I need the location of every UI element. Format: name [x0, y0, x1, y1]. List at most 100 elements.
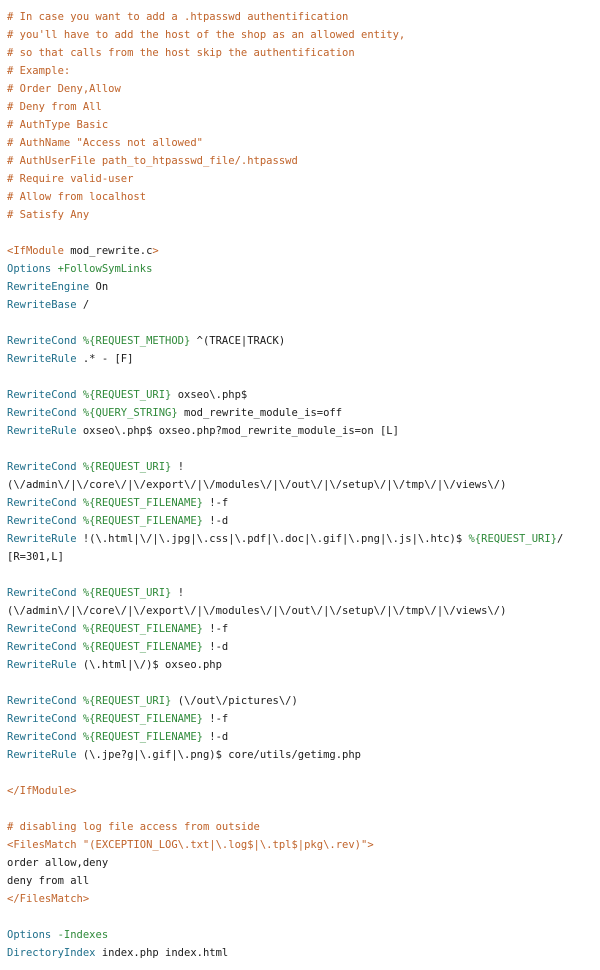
code-line: [R=301,L] — [7, 548, 563, 566]
code-line: # AuthName "Access not allowed" — [7, 134, 563, 152]
plain-text: !-f — [202, 623, 229, 635]
code-line: # Require valid-user — [7, 170, 563, 188]
directive-keyword: RewriteRule — [7, 353, 83, 365]
plain-text: ^(TRACE|TRACK) — [190, 335, 286, 347]
code-line: RewriteCond %{REQUEST_METHOD} ^(TRACE|TR… — [7, 332, 563, 350]
code-line: # Satisfy Any — [7, 206, 563, 224]
directive-keyword: Options — [7, 263, 58, 275]
plain-text: ! — [171, 461, 185, 473]
directive-keyword: RewriteCond — [7, 497, 83, 509]
comment-text: # Example: — [7, 65, 71, 77]
code-line: RewriteCond %{REQUEST_URI} ! — [7, 584, 563, 602]
plain-text: / — [557, 533, 564, 545]
code-line: # Order Deny,Allow — [7, 80, 563, 98]
code-line: </IfModule> — [7, 782, 563, 800]
directive-keyword: RewriteCond — [7, 587, 83, 599]
plain-text: (\/admin\/|\/core\/|\/export\/|\/modules… — [7, 479, 507, 491]
code-line: # Example: — [7, 62, 563, 80]
directive-keyword: RewriteRule — [7, 425, 83, 437]
code-line: (\/admin\/|\/core\/|\/export\/|\/modules… — [7, 602, 563, 620]
variable-token: %{REQUEST_URI} — [82, 587, 172, 599]
plain-text: !-d — [202, 515, 229, 527]
code-line: DirectoryIndex index.php index.html — [7, 944, 563, 962]
directive-keyword: DirectoryIndex — [7, 947, 102, 959]
comment-text: # AuthType Basic — [7, 119, 109, 131]
code-line: Options +FollowSymLinks — [7, 260, 563, 278]
code-line: # In case you want to add a .htpasswd au… — [7, 8, 563, 26]
code-line: (\/admin\/|\/core\/|\/export\/|\/modules… — [7, 476, 563, 494]
code-line: order allow,deny — [7, 854, 563, 872]
plain-text: !-f — [202, 497, 229, 509]
plain-text: mod_rewrite.c — [70, 245, 153, 257]
code-line: RewriteCond %{REQUEST_FILENAME} !-f — [7, 710, 563, 728]
plain-text: .* - [F] — [82, 353, 134, 365]
variable-token: -Indexes — [57, 929, 109, 941]
variable-token: %{REQUEST_METHOD} — [82, 335, 191, 347]
plain-text: (\/admin\/|\/core\/|\/export\/|\/modules… — [7, 605, 507, 617]
tag-token: <FilesMatch — [7, 839, 83, 851]
variable-token: %{REQUEST_FILENAME} — [82, 515, 203, 527]
code-line: # Deny from All — [7, 98, 563, 116]
directive-keyword: RewriteBase — [7, 299, 83, 311]
directive-keyword: RewriteRule — [7, 659, 83, 671]
plain-text: deny from all — [7, 875, 90, 887]
code-line: # disabling log file access from outside — [7, 818, 563, 836]
plain-text: index.php index.html — [101, 947, 229, 959]
plain-text: order allow,deny — [7, 857, 109, 869]
plain-text: / — [82, 299, 90, 311]
directive-keyword: RewriteCond — [7, 713, 83, 725]
code-line: RewriteRule (\.jpe?g|\.gif|\.png)$ core/… — [7, 746, 563, 764]
variable-token: %{REQUEST_FILENAME} — [82, 497, 203, 509]
directive-keyword: RewriteCond — [7, 515, 83, 527]
code-line: RewriteRule (\.html|\/)$ oxseo.php — [7, 656, 563, 674]
variable-token: %{REQUEST_FILENAME} — [82, 623, 203, 635]
code-line: deny from all — [7, 872, 563, 890]
variable-token: %{REQUEST_FILENAME} — [82, 713, 203, 725]
directive-keyword: RewriteCond — [7, 695, 83, 707]
code-line: # so that calls from the host skip the a… — [7, 44, 563, 62]
code-line: RewriteBase / — [7, 296, 563, 314]
plain-text: [R=301,L] — [7, 551, 64, 563]
comment-text: # In case you want to add a .htpasswd au… — [7, 11, 349, 23]
comment-text: # Require valid-user — [7, 173, 134, 185]
comment-text: # Order Deny,Allow — [7, 83, 121, 95]
code-line: # AuthType Basic — [7, 116, 563, 134]
code-line: RewriteCond %{REQUEST_FILENAME} !-d — [7, 728, 563, 746]
comment-text: # so that calls from the host skip the a… — [7, 47, 355, 59]
code-line: # AuthUserFile path_to_htpasswd_file/.ht… — [7, 152, 563, 170]
tag-token: </FilesMatch> — [7, 893, 90, 905]
comment-text: "(EXCEPTION_LOG\.txt|\.log$|\.tpl$|pkg\.… — [82, 839, 368, 851]
directive-keyword: RewriteCond — [7, 731, 83, 743]
directive-keyword: RewriteRule — [7, 749, 83, 761]
code-line: # Allow from localhost — [7, 188, 563, 206]
code-line: RewriteCond %{REQUEST_FILENAME} !-f — [7, 494, 563, 512]
comment-text: # Deny from All — [7, 101, 102, 113]
code-line: RewriteCond %{REQUEST_URI} oxseo\.php$ — [7, 386, 563, 404]
code-line: <FilesMatch "(EXCEPTION_LOG\.txt|\.log$|… — [7, 836, 563, 854]
code-line: RewriteCond %{REQUEST_FILENAME} !-f — [7, 620, 563, 638]
plain-text: !-d — [202, 731, 229, 743]
variable-token: %{QUERY_STRING} — [82, 407, 178, 419]
code-listing: # In case you want to add a .htpasswd au… — [7, 8, 563, 962]
variable-token: %{REQUEST_URI} — [468, 533, 557, 545]
code-line: RewriteCond %{QUERY_STRING} mod_rewrite_… — [7, 404, 563, 422]
tag-token: </IfModule> — [7, 785, 77, 797]
plain-text: (\.html|\/)$ oxseo.php — [82, 659, 222, 671]
comment-text: # AuthName "Access not allowed" — [7, 137, 203, 149]
directive-keyword: RewriteCond — [7, 461, 83, 473]
directive-keyword: RewriteCond — [7, 407, 83, 419]
code-line: Options -Indexes — [7, 926, 563, 944]
code-line: # you'll have to add the host of the sho… — [7, 26, 563, 44]
comment-text: # Satisfy Any — [7, 209, 90, 221]
variable-token: %{REQUEST_URI} — [82, 389, 172, 401]
comment-text: # you'll have to add the host of the sho… — [7, 29, 406, 41]
